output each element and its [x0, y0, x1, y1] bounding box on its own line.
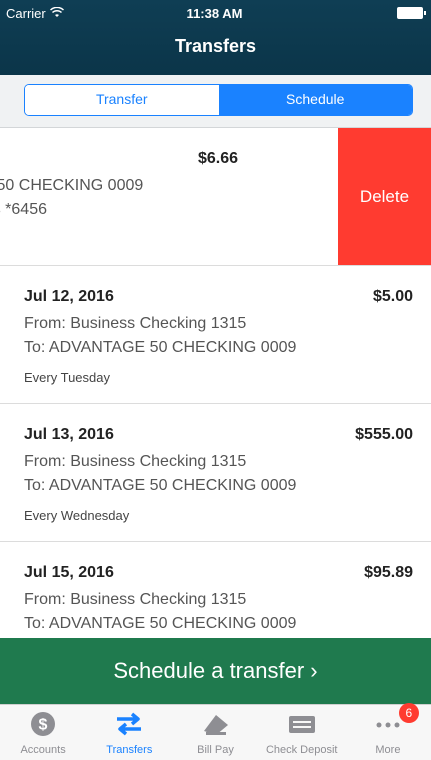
transfer-arrows-icon [114, 711, 144, 742]
transfer-to: To: ADVANTAGE 50 CHECKING 0009 [24, 339, 297, 356]
tab-label: Transfers [106, 744, 153, 756]
swiped-row-content: 016 $6.66 VANTAGE 50 CHECKING 0009 nal S… [0, 128, 339, 265]
schedule-transfer-button[interactable]: Schedule a transfer › [0, 638, 431, 704]
list-item[interactable]: Jul 13, 2016 $555.00 From: Business Chec… [0, 404, 431, 542]
tab-bill-pay[interactable]: Bill Pay [172, 705, 258, 760]
status-time: 11:38 AM [186, 5, 243, 21]
scheduled-transfers-list: 016 $6.66 VANTAGE 50 CHECKING 0009 nal S… [0, 128, 431, 638]
status-bar: Carrier 11:38 AM [6, 4, 426, 22]
transfer-amount: $95.89 [364, 564, 413, 581]
transfer-to: To: ADVANTAGE 50 CHECKING 0009 [24, 477, 297, 494]
transfer-frequency: Every Wednesday [24, 508, 130, 523]
transfer-from: From: Business Checking 1315 [24, 315, 247, 332]
segment-schedule[interactable]: Schedule [218, 85, 412, 115]
transfer-amount: $5.00 [372, 288, 413, 305]
list-item[interactable]: Jul 15, 2016 $95.89 From: Business Check… [0, 542, 431, 638]
tab-bar: $ Accounts Transfers Bill Pay Check Depo… [0, 703, 431, 760]
list-item[interactable]: Jul 12, 2016 $5.00 From: Business Checki… [0, 266, 431, 404]
dollar-icon: $ [30, 711, 56, 742]
transfer-from: From: Business Checking 1315 [24, 591, 247, 608]
svg-text:$: $ [39, 717, 48, 734]
delete-button[interactable]: Delete [338, 128, 431, 265]
tab-more[interactable]: 6 More [345, 703, 431, 760]
tab-accounts[interactable]: $ Accounts [0, 705, 86, 760]
transfer-amount: $555.00 [355, 426, 413, 443]
bill-pay-icon [201, 711, 231, 742]
tab-label: Bill Pay [197, 744, 234, 756]
transfer-date: Jul 13, 2016 [24, 426, 114, 443]
transfer-from: From: Business Checking 1315 [24, 453, 247, 470]
transfer-from: VANTAGE 50 CHECKING 0009 [0, 177, 144, 194]
tab-label: Check Deposit [265, 744, 338, 756]
navigation-bar: Carrier 11:38 AM Transfers [0, 0, 431, 75]
transfer-date: Jul 12, 2016 [24, 288, 114, 305]
carrier-label: Carrier [6, 5, 46, 21]
battery-icon [397, 7, 426, 19]
check-icon [287, 711, 317, 742]
segmented-control: Transfer Schedule [24, 84, 413, 116]
transfer-frequency: Every Tuesday [24, 370, 110, 385]
transfer-to: nal Savings *6456 [0, 201, 47, 218]
transfer-amount: $6.66 [197, 150, 238, 167]
page-title: Transfers [174, 36, 257, 56]
list-item-swiped[interactable]: 016 $6.66 VANTAGE 50 CHECKING 0009 nal S… [0, 128, 431, 266]
segment-transfer[interactable]: Transfer [25, 85, 219, 115]
tab-check-deposit[interactable]: Check Deposit [259, 705, 345, 760]
transfer-to: To: ADVANTAGE 50 CHECKING 0009 [24, 615, 297, 632]
tab-label: More [375, 744, 401, 756]
tab-label: Accounts [20, 744, 66, 756]
tab-transfers[interactable]: Transfers [86, 705, 172, 760]
notification-badge: 6 [398, 703, 419, 723]
transfer-date: Jul 15, 2016 [24, 564, 114, 581]
segment-bar: Transfer Schedule [0, 75, 431, 128]
wifi-icon [49, 6, 64, 21]
